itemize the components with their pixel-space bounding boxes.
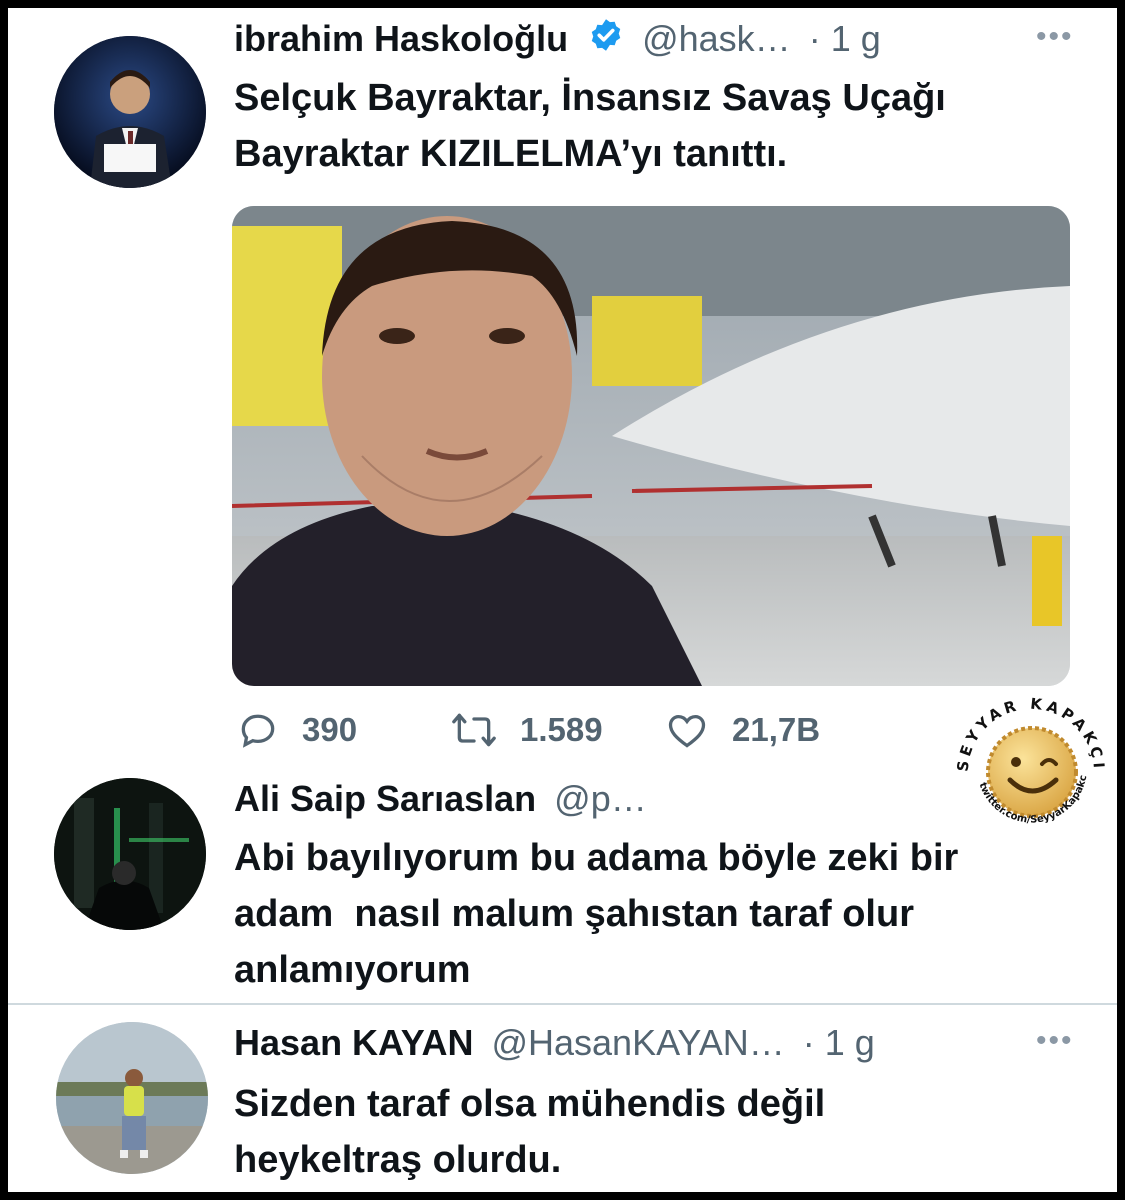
retweet-count: 1.589 [520, 711, 603, 748]
reply-avatar[interactable] [56, 1022, 208, 1174]
reply-text: Abi bayılıyorum bu adama böyle zeki bir … [234, 830, 958, 998]
reply-text-line: anlamıyorum [234, 949, 471, 991]
reply-text-line: Abi bayılıyorum bu adama böyle zeki bir [234, 837, 959, 879]
tweet-text: Selçuk Bayraktar, İnsansız Savaş Uçağı B… [234, 70, 946, 182]
reply-icon [241, 714, 275, 748]
verified-icon [588, 16, 624, 66]
reply-author-row: Hasan KAYAN @HasanKAYAN… · 1 g [234, 1018, 875, 1068]
reply-action[interactable]: 390 [236, 708, 357, 752]
like-icon [668, 714, 706, 748]
retweet-action[interactable]: 1.589 [450, 708, 603, 752]
tweet-time[interactable]: · 1 g [809, 18, 881, 59]
author-name[interactable]: ibrahim Haskoloğlu [234, 18, 568, 59]
reply-time[interactable]: · 1 g [803, 1022, 875, 1063]
reply-text-line: adam nasıl malum şahıstan taraf olur [234, 893, 914, 935]
reply-author-row: Ali Saip Sarıaslan @p… [234, 774, 647, 824]
watermark-logo: SEYYAR KAPAKÇI twitter.com/SeyyarKapakci [944, 672, 1116, 850]
like-count: 21,7B [732, 711, 821, 748]
reply-text: Sizden taraf olsa mühendis değil heykelt… [234, 1076, 825, 1188]
like-action[interactable]: 21,7B [664, 708, 820, 752]
reply-count: 390 [302, 711, 358, 748]
author-name-row: ibrahim Haskoloğlu @hask… · 1 g [234, 14, 881, 64]
tweet-text-line: Bayraktar KIZILELMA’yı tanıttı. [234, 133, 788, 175]
screenshot-frame: ibrahim Haskoloğlu @hask… · 1 g ••• Selç… [8, 8, 1117, 1192]
author-handle[interactable]: @hask… [642, 18, 791, 59]
more-icon[interactable]: ••• [1036, 1024, 1074, 1058]
tweet-text-line: Selçuk Bayraktar, İnsansız Savaş Uçağı [234, 77, 946, 119]
reply-text-line: heykeltraş olurdu. [234, 1139, 562, 1181]
divider [8, 1003, 1117, 1005]
reply-author-handle[interactable]: @HasanKAYAN… [491, 1022, 784, 1063]
author-avatar[interactable] [54, 36, 206, 188]
reply-text-line: Sizden taraf olsa mühendis değil [234, 1083, 826, 1125]
more-icon[interactable]: ••• [1036, 20, 1074, 54]
reply-author-name[interactable]: Hasan KAYAN [234, 1022, 473, 1063]
reply-author-name[interactable]: Ali Saip Sarıaslan [234, 778, 536, 819]
retweet-icon [452, 713, 496, 747]
reply-avatar[interactable] [54, 778, 206, 930]
reply-author-handle[interactable]: @p… [554, 778, 647, 819]
tweet-video-thumbnail[interactable] [232, 206, 1070, 686]
